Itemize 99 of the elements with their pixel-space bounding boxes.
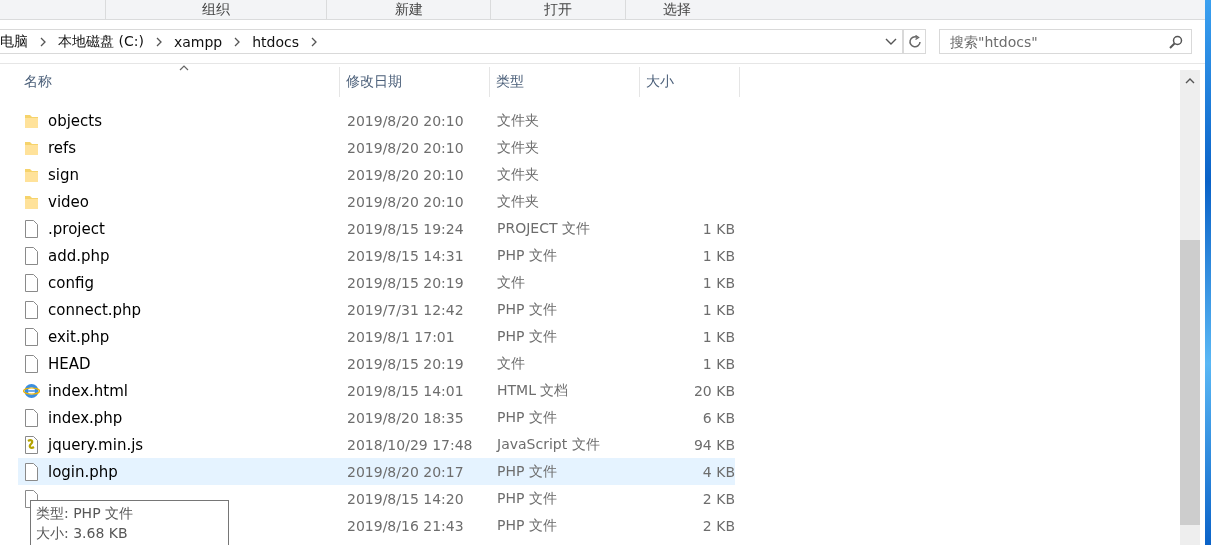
file-name[interactable]: sign xyxy=(48,165,79,184)
file-size: 1 KB xyxy=(701,246,735,266)
file-size: 1 KB xyxy=(701,327,735,347)
chevron-right-icon xyxy=(309,36,318,47)
modified-date: 2019/8/15 20:19 xyxy=(346,273,465,293)
file-type: PHP 文件 xyxy=(496,515,558,535)
file-name[interactable]: exit.php xyxy=(48,327,110,346)
file-name[interactable]: .project xyxy=(48,219,105,238)
modified-date: 2019/8/15 14:20 xyxy=(346,489,465,509)
file-size: 6 KB xyxy=(701,408,735,428)
file-name[interactable]: index.html xyxy=(48,381,128,400)
breadcrumb-item[interactable]: 本地磁盘 (C:) xyxy=(58,32,144,51)
scrollbar[interactable] xyxy=(1180,70,1200,545)
ribbon-group-label: 选择 xyxy=(663,0,691,19)
file-type: PHP 文件 xyxy=(496,488,558,508)
modified-date: 2019/8/15 20:19 xyxy=(346,354,465,374)
scrollbar-thumb[interactable] xyxy=(1180,240,1200,525)
file-size: 20 KB xyxy=(692,381,735,401)
file-type: PHP 文件 xyxy=(490,458,640,485)
modified-date: 2019/8/1 17:01 xyxy=(346,327,456,347)
file-type: 文件夹 xyxy=(496,110,540,130)
chevron-right-icon xyxy=(154,36,163,47)
chevron-right-icon xyxy=(39,36,47,47)
search-icon xyxy=(1169,34,1183,49)
script-file-icon xyxy=(23,434,40,455)
column-header[interactable]: 修改日期 xyxy=(340,67,490,97)
file-icon xyxy=(23,218,40,239)
file-size: 2 KB xyxy=(701,489,735,509)
ribbon-group-label: 新建 xyxy=(394,0,423,19)
breadcrumb-item[interactable]: 电脑 xyxy=(0,32,28,51)
modified-date: 2019/8/20 20:10 xyxy=(346,165,465,185)
file-icon xyxy=(23,353,40,374)
file-name[interactable]: HEAD xyxy=(48,354,91,373)
file-name[interactable]: config xyxy=(48,273,94,292)
column-label: 修改日期 xyxy=(346,73,402,91)
file-icon xyxy=(23,272,40,293)
file-size: 1 KB xyxy=(701,354,735,374)
file-name[interactable]: objects xyxy=(48,111,103,130)
modified-date: 2019/7/31 12:42 xyxy=(346,300,465,320)
file-name[interactable]: jquery.min.js xyxy=(48,435,144,454)
modified-date: 2019/8/15 19:24 xyxy=(346,219,465,239)
scroll-up-icon[interactable] xyxy=(1185,78,1195,84)
column-label: 类型 xyxy=(496,73,524,91)
file-name[interactable]: refs xyxy=(48,138,77,157)
dropdown-icon[interactable] xyxy=(885,37,897,46)
modified-date: 2019/8/15 14:31 xyxy=(346,246,465,266)
file-type: 文件 xyxy=(496,353,526,373)
breadcrumb-item[interactable]: htdocs xyxy=(252,33,299,50)
file-type: 文件夹 xyxy=(496,137,540,157)
file-size: 94 KB xyxy=(692,435,735,455)
file-size: 1 KB xyxy=(701,219,735,239)
file-name[interactable]: login.php xyxy=(48,462,118,481)
file-icon xyxy=(23,407,40,428)
file-type: PHP 文件 xyxy=(496,326,558,346)
modified-date: 2019/8/20 20:10 xyxy=(346,138,465,158)
file-icon xyxy=(23,245,40,266)
file-icon xyxy=(23,326,40,347)
breadcrumb-item[interactable]: xampp xyxy=(173,33,223,50)
column-label: 名称 xyxy=(24,73,52,91)
file-type: 文件 xyxy=(496,272,526,292)
refresh-icon xyxy=(907,34,922,49)
file-type: PHP 文件 xyxy=(496,245,558,265)
modified-date: 2019/8/16 21:43 xyxy=(346,516,465,536)
modified-date: 2019/8/15 14:01 xyxy=(346,381,465,401)
chevron-right-icon xyxy=(233,36,242,47)
file-type: PROJECT 文件 xyxy=(496,218,591,238)
file-type: HTML 文档 xyxy=(496,380,570,400)
file-name[interactable]: add.php xyxy=(48,246,110,265)
address-bar[interactable]: 电脑 本地磁盘 (C:) xampp htdocs xyxy=(0,29,903,55)
modified-date: 2018/10/29 17:48 xyxy=(346,435,474,455)
file-size: 1 KB xyxy=(701,300,735,320)
file-icon xyxy=(23,461,40,482)
file-type: PHP 文件 xyxy=(496,407,558,427)
sort-ascending-icon xyxy=(178,65,189,71)
refresh-button[interactable] xyxy=(903,29,926,55)
file-size: 1 KB xyxy=(701,273,735,293)
file-type: JavaScript 文件 xyxy=(495,434,601,454)
tooltip-line: 类型: PHP 文件 xyxy=(36,504,135,523)
column-label: 大小 xyxy=(646,73,674,91)
column-header[interactable]: 名称 xyxy=(18,67,340,97)
modified-date: 2019/8/20 18:35 xyxy=(346,408,465,428)
column-header[interactable]: 类型 xyxy=(490,67,640,97)
file-name[interactable]: video xyxy=(48,192,89,211)
file-icon xyxy=(23,299,40,320)
modified-date: 2019/8/20 20:10 xyxy=(346,192,465,212)
column-header[interactable]: 大小 xyxy=(640,67,740,97)
tooltip-line: 大小: 3.68 KB xyxy=(36,524,129,543)
file-size: 2 KB xyxy=(701,516,735,536)
ribbon-group-label: 打开 xyxy=(544,0,572,19)
file-type: 文件夹 xyxy=(496,164,540,184)
modified-date: 2019/8/20 20:10 xyxy=(346,111,465,131)
file-type: PHP 文件 xyxy=(496,299,558,319)
search-box[interactable]: 搜索"htdocs" xyxy=(939,29,1192,55)
file-name[interactable]: index.php xyxy=(48,408,123,427)
file-type: 文件夹 xyxy=(496,191,540,211)
ribbon-group-label: 组织 xyxy=(202,0,230,19)
file-name[interactable]: connect.php xyxy=(48,300,142,319)
modified-date: 2019/8/20 20:17 xyxy=(340,458,490,485)
file-size: 4 KB xyxy=(640,458,735,485)
